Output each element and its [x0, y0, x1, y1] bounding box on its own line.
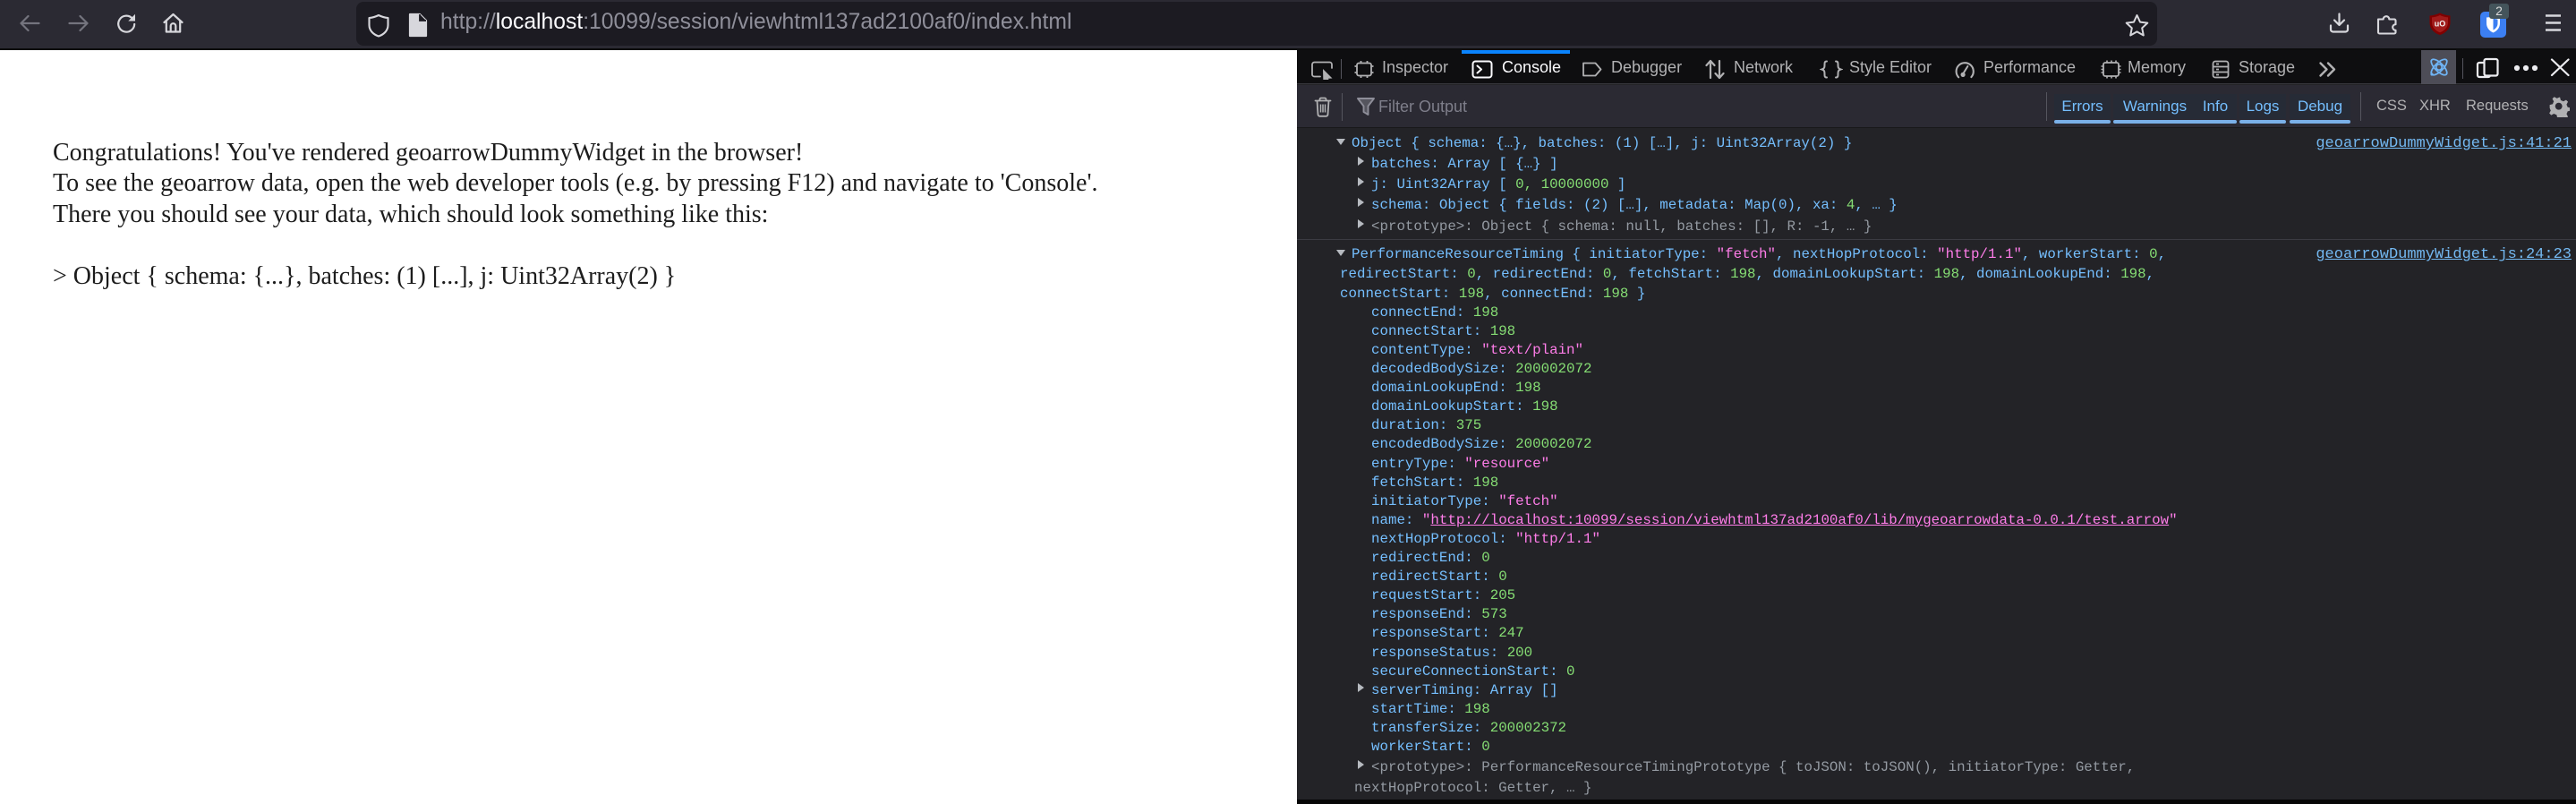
svg-text:uO: uO [2435, 20, 2446, 29]
